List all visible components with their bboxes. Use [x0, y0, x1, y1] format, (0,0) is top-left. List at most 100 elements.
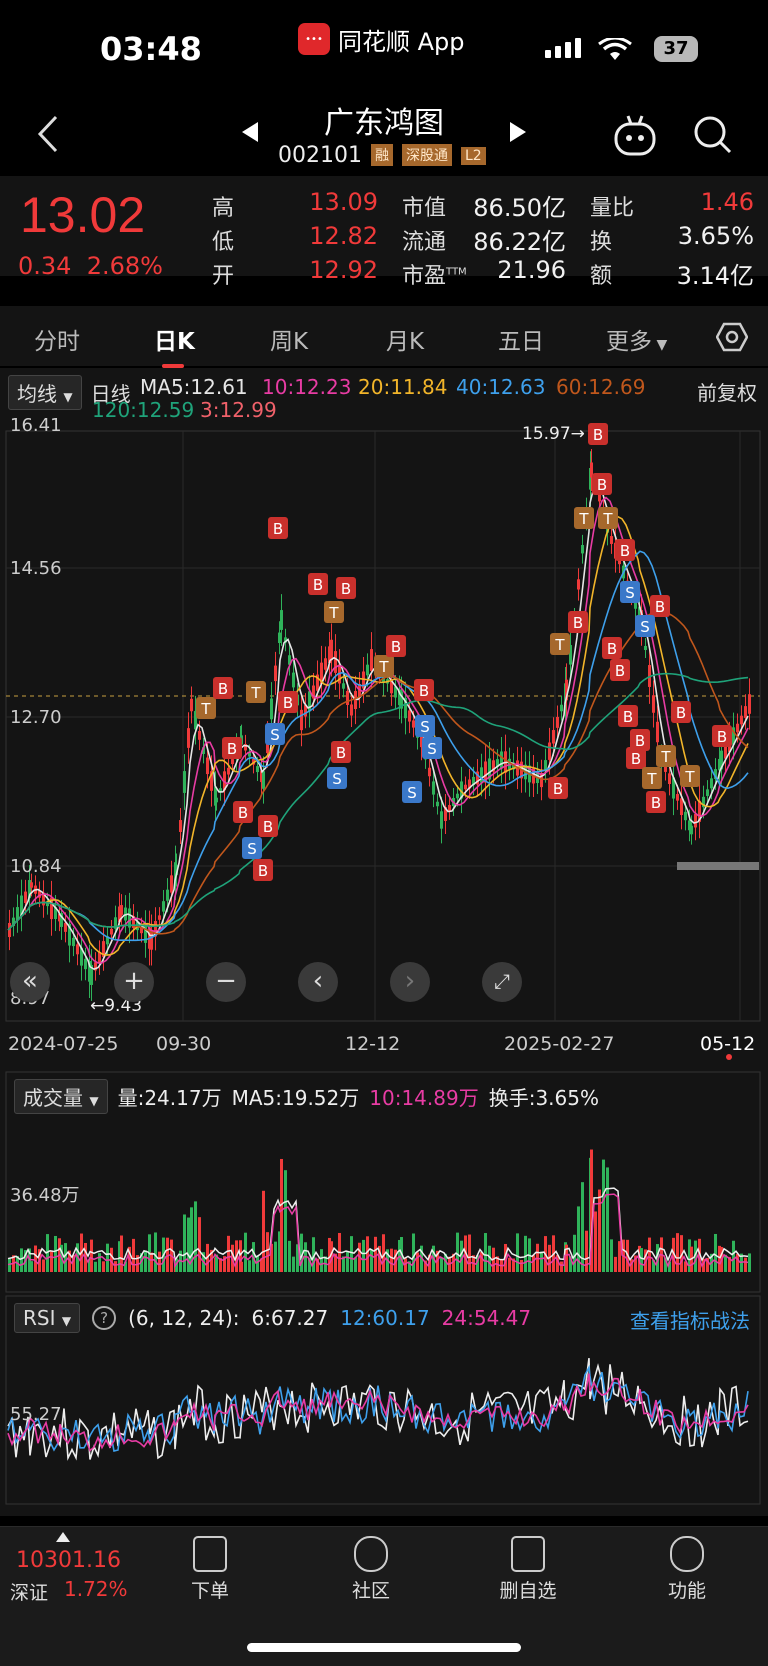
signal-marker-label: T	[684, 768, 695, 786]
signal-marker-label: T	[378, 658, 389, 676]
zoom-out-button[interactable]: −	[206, 962, 246, 1002]
app-badge[interactable]: ••• 同花顺 App	[298, 22, 465, 56]
robot-icon[interactable]	[612, 112, 658, 158]
order-button[interactable]: 下单	[155, 1536, 265, 1603]
index-value[interactable]: 10301.16	[16, 1548, 121, 1573]
collapse-left-button[interactable]: «	[10, 962, 50, 1002]
signal-marker-label: T	[578, 510, 589, 528]
volume-bar	[320, 1249, 323, 1272]
indicator-strategy-link[interactable]: 查看指标战法	[630, 1305, 750, 1334]
candle-body	[158, 915, 161, 920]
signal-marker-label: B	[273, 520, 283, 538]
signal-marker-label: B	[573, 614, 583, 632]
signal-marker-label: B	[676, 704, 686, 722]
candle-body	[342, 683, 345, 689]
candle-body	[346, 691, 349, 705]
volume-bar	[594, 1211, 597, 1272]
volume-bar	[154, 1232, 157, 1272]
candle-body	[366, 664, 369, 676]
signal-marker-label: B	[597, 476, 607, 494]
candle-body	[84, 958, 87, 970]
change-pct: 2.68%	[86, 252, 163, 280]
indicator-selector-rsi[interactable]: RSI ▼	[14, 1303, 81, 1333]
tab-fiveday[interactable]: 五日	[498, 322, 544, 356]
tab-monthly[interactable]: 月K	[386, 322, 424, 356]
volume-bar	[573, 1234, 576, 1272]
signal-marker-label: T	[200, 700, 211, 718]
indicator-selector-volume[interactable]: 成交量 ▼	[14, 1079, 108, 1114]
candle-body	[120, 905, 123, 915]
volume-axis-label: 36.48万	[10, 1185, 80, 1206]
volume-bar	[618, 1241, 621, 1272]
volume-bar	[640, 1248, 643, 1272]
candle-body	[464, 784, 467, 790]
signal-marker-label: T	[660, 748, 671, 766]
candle-body	[440, 811, 443, 829]
high-marker: 15.97→	[522, 424, 585, 444]
candle-body	[274, 665, 277, 682]
tag-l2: L2	[460, 147, 486, 165]
candle-body	[548, 742, 551, 760]
next-stock-icon[interactable]	[508, 120, 528, 144]
volume-bar	[194, 1201, 197, 1272]
functions-button[interactable]: 功能	[632, 1536, 742, 1603]
zoom-in-button[interactable]: +	[114, 962, 154, 1002]
volume-bar	[732, 1240, 735, 1272]
rsi-header: RSI ▼ ? (6, 12, 24): 6:67.27 12:60.17 24…	[14, 1303, 531, 1333]
tab-more[interactable]: 更多 ▼	[606, 322, 667, 356]
volume-bar	[120, 1235, 123, 1272]
candle-body	[187, 728, 190, 748]
settings-hex-icon[interactable]	[716, 322, 748, 352]
help-icon[interactable]: ?	[92, 1306, 117, 1330]
candle-body	[256, 766, 259, 773]
index-pct: 1.72%	[64, 1577, 128, 1601]
pan-right-button[interactable]: ›	[390, 962, 430, 1002]
candle-body	[370, 649, 373, 671]
volume-bar	[94, 1261, 97, 1272]
tab-intraday[interactable]: 分时	[34, 322, 80, 356]
quote-value: 21.96	[497, 256, 566, 284]
tab-more-label: 更多	[606, 329, 652, 355]
candle-body	[190, 698, 193, 712]
tab-daily[interactable]: 日K	[154, 322, 195, 356]
signal-marker-label: B	[341, 580, 351, 598]
app-name: 同花顺 App	[338, 27, 465, 56]
search-icon[interactable]	[692, 114, 734, 156]
fullscreen-button[interactable]: ⤢	[482, 962, 522, 1002]
signal-marker-label: B	[313, 576, 323, 594]
volume-bar	[610, 1239, 613, 1272]
signal-marker-label: S	[332, 770, 342, 788]
candle-body	[354, 690, 357, 710]
signal-marker-label: B	[238, 804, 248, 822]
signal-marker-label: S	[270, 726, 280, 744]
candle-body	[412, 720, 415, 728]
quote-value: 86.50亿	[473, 194, 566, 222]
volume-bar	[520, 1259, 523, 1272]
volume-bar	[606, 1167, 609, 1272]
pan-left-button[interactable]: ‹	[298, 962, 338, 1002]
signal-marker-label: T	[554, 636, 565, 654]
signal-marker-label: B	[258, 862, 268, 880]
volume-bar	[598, 1189, 601, 1272]
remove-watchlist-button[interactable]: 删自选	[473, 1536, 583, 1603]
candle-body	[656, 721, 659, 743]
community-button[interactable]: 社区	[316, 1536, 426, 1603]
volume-bar	[30, 1261, 33, 1272]
tab-weekly[interactable]: 周K	[270, 322, 308, 356]
candle-body	[183, 771, 186, 793]
candle-body	[24, 891, 27, 903]
candle-body	[72, 937, 75, 947]
candle-body	[334, 651, 337, 673]
price-axis-label: 14.56	[10, 558, 62, 579]
kline-chart-svg[interactable]: BB BTTB TBBBBSBSTBBBSSSSBBT TBSBBTSBBBBBB TT…	[0, 368, 768, 1516]
quote-label: 低	[212, 230, 235, 255]
price-change: 0.34 2.68%	[18, 252, 163, 280]
app-logo-icon: •••	[298, 23, 330, 55]
order-icon	[193, 1536, 227, 1572]
signal-marker-label: S	[625, 584, 635, 602]
signal-marker-label: B	[717, 728, 727, 746]
candle-body	[231, 759, 234, 765]
candle-body	[710, 778, 713, 789]
candle-body	[560, 704, 563, 712]
signal-marker-label: T	[328, 604, 339, 622]
